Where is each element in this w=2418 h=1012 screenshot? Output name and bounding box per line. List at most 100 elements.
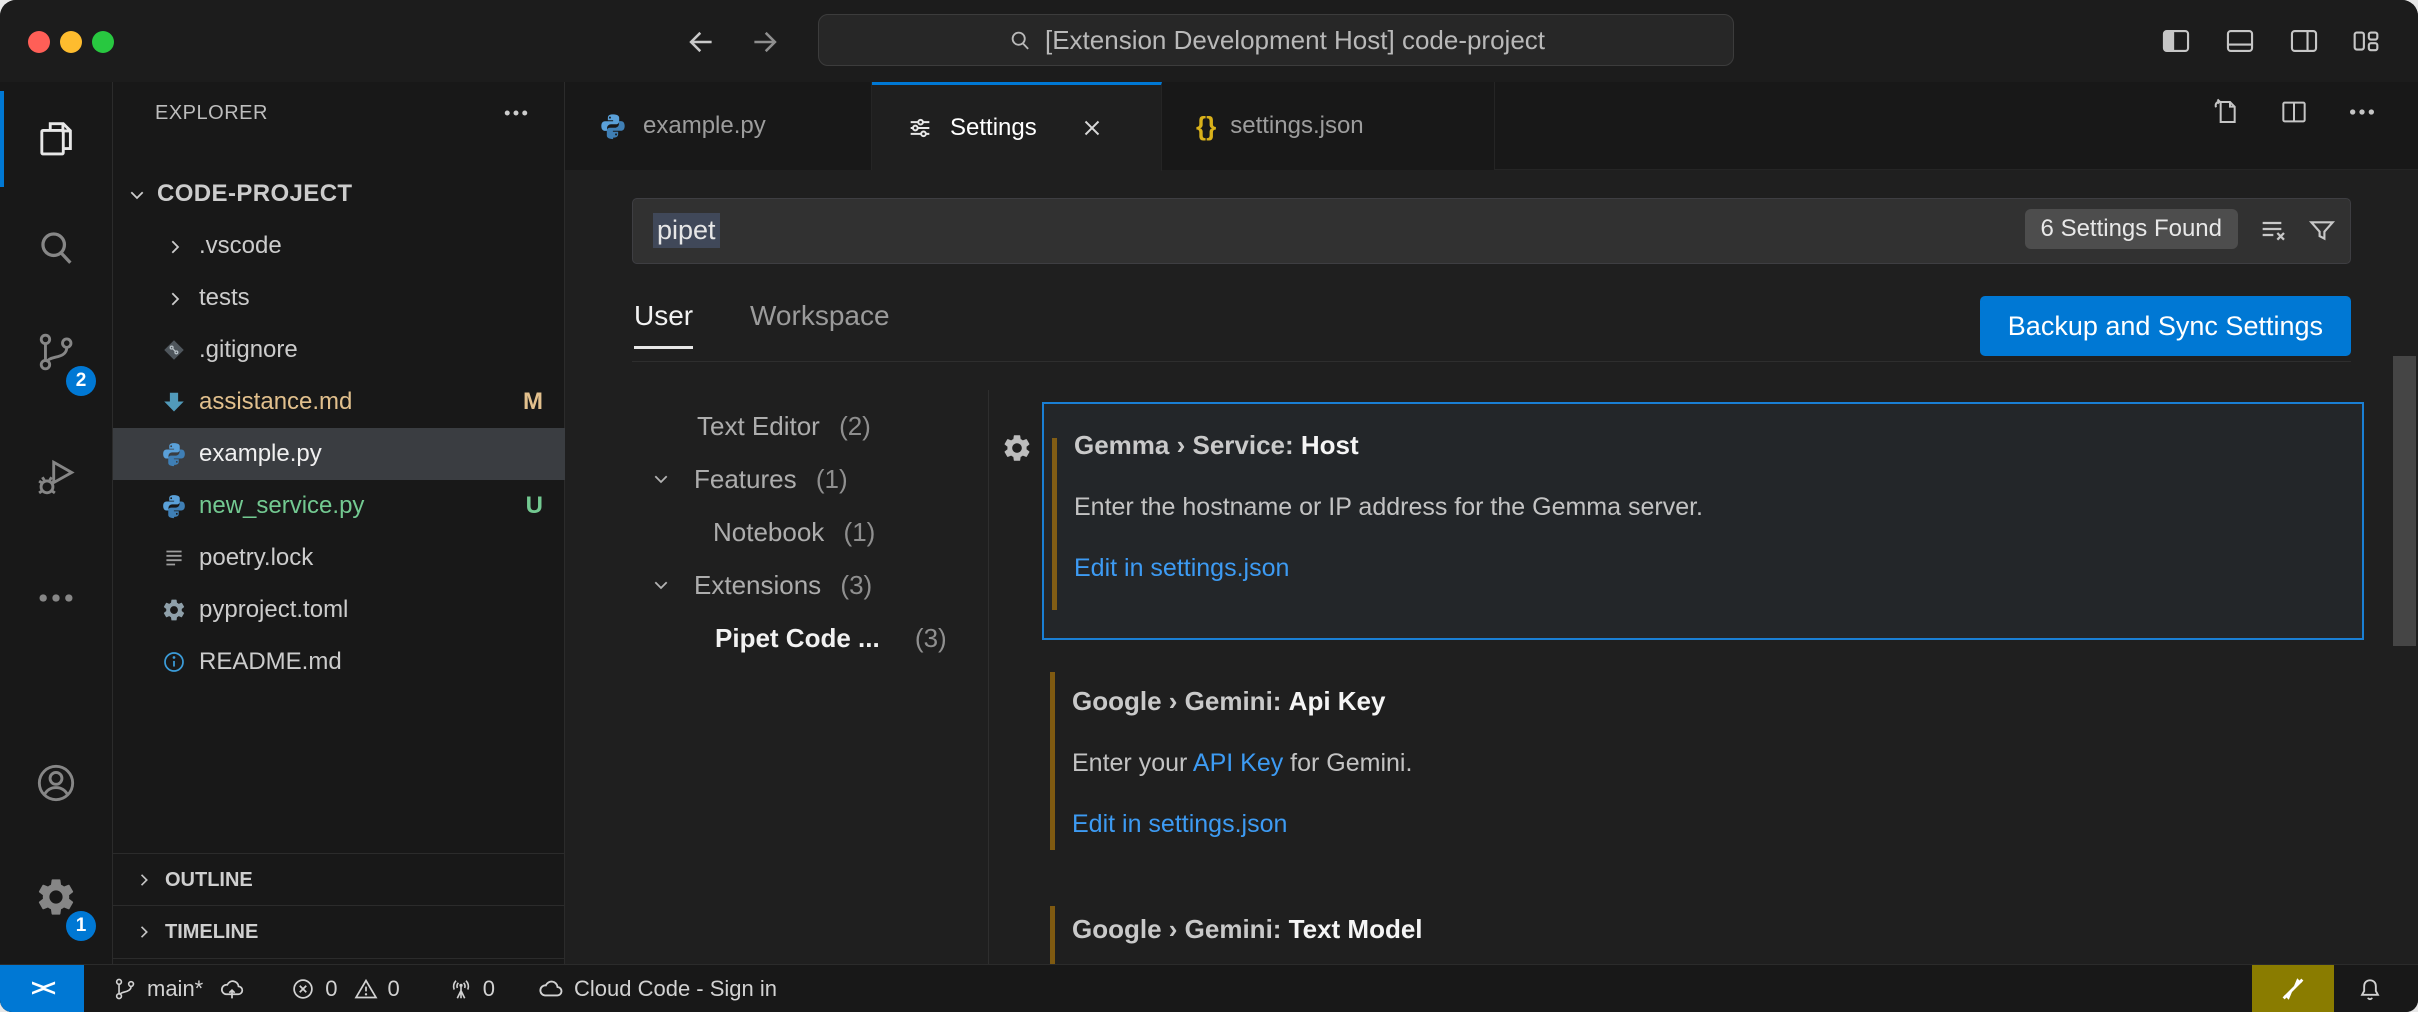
toggle-primary-sidebar-icon[interactable] — [2158, 24, 2194, 58]
toc-text-editor[interactable]: Text Editor (2) — [565, 400, 983, 453]
setting-row-gear-icon[interactable] — [1001, 432, 1033, 464]
broadcast-tower-icon — [448, 976, 474, 1002]
tree-item-readme-md[interactable]: README.md — [113, 636, 565, 688]
branch-icon — [112, 976, 138, 1002]
toc-features[interactable]: Features (1) — [565, 453, 983, 506]
split-editor-icon[interactable] — [2278, 96, 2310, 128]
modified-setting-indicator — [1050, 906, 1055, 964]
cloud-code-signin[interactable]: Cloud Code - Sign in — [537, 975, 777, 1003]
tab-settings[interactable]: Settings — [872, 82, 1162, 171]
remote-icon: >< — [31, 975, 53, 1003]
chevron-down-icon — [649, 467, 673, 491]
publish-sync-icon — [218, 975, 246, 1003]
problems-status[interactable]: 0 0 — [290, 976, 400, 1002]
outline-section-header[interactable]: OUTLINE — [113, 853, 565, 906]
run-debug-icon — [33, 455, 79, 501]
toggle-secondary-sidebar-icon[interactable] — [2286, 24, 2322, 58]
title-bar: [Extension Development Host] code-projec… — [0, 0, 2418, 82]
explorer-more-actions-icon[interactable] — [501, 98, 531, 128]
customize-layout-icon[interactable] — [2348, 24, 2384, 58]
setting-row-gemma-service-host[interactable]: Gemma › Service: Host Enter the hostname… — [1042, 402, 2364, 640]
tree-item-gitignore[interactable]: .gitignore — [113, 324, 565, 376]
status-warning-button[interactable] — [2252, 965, 2334, 1012]
active-indicator — [0, 91, 4, 187]
api-key-link[interactable]: API Key — [1193, 749, 1283, 777]
toggle-panel-icon[interactable] — [2222, 24, 2258, 58]
edit-in-settings-json-link[interactable]: Edit in settings.json — [1072, 810, 1287, 839]
chevron-down-icon — [125, 181, 149, 207]
chevron-right-icon — [163, 285, 187, 311]
source-control-badge: 2 — [66, 366, 96, 396]
toc-extensions[interactable]: Extensions (3) — [565, 559, 983, 612]
activity-more-views-button[interactable] — [0, 546, 112, 650]
notifications-bell-icon[interactable] — [2356, 975, 2384, 1003]
settings-found-badge: 6 Settings Found — [2025, 209, 2238, 249]
explorer-files-icon — [33, 116, 79, 162]
explorer-title: EXPLORER — [155, 102, 268, 125]
git-untracked-badge: U — [526, 492, 543, 520]
navigate-back-icon[interactable] — [684, 25, 718, 59]
scrollbar[interactable] — [2393, 356, 2416, 646]
editor-tab-bar: example.py Settings {} settings.json — [565, 82, 2418, 170]
setting-title: Google › Gemini: Api Key — [1072, 686, 2340, 717]
tree-root-code-project[interactable]: CODE-PROJECT — [113, 168, 565, 220]
toc-notebook[interactable]: Notebook (1) — [565, 506, 983, 559]
activity-source-control-button[interactable]: 2 — [0, 300, 112, 404]
settings-badge: 1 — [66, 911, 96, 941]
more-dots-icon — [34, 576, 78, 620]
tab-example-py[interactable]: example.py — [565, 82, 872, 170]
vscode-window: [Extension Development Host] code-projec… — [0, 0, 2418, 1012]
ports-status[interactable]: 0 — [448, 976, 495, 1002]
json-braces-icon: {} — [1196, 111, 1216, 142]
close-tab-icon[interactable] — [1079, 115, 1105, 141]
toc-pipet-code[interactable]: Pipet Code ... (3) — [565, 612, 983, 665]
tree-item-vscode[interactable]: .vscode — [113, 220, 565, 272]
scope-tab-workspace[interactable]: Workspace — [750, 300, 890, 346]
setting-description: Enter your API Key for Gemini. — [1072, 749, 2340, 778]
python-file-icon — [161, 493, 187, 519]
scope-tab-user[interactable]: User — [634, 300, 693, 349]
setting-title: Gemma › Service: Host — [1074, 430, 2342, 461]
minimize-window-button[interactable] — [60, 31, 82, 53]
cloud-icon — [537, 975, 565, 1003]
activity-run-debug-button[interactable] — [0, 426, 112, 530]
timeline-section-header[interactable]: TIMELINE — [113, 905, 565, 959]
close-window-button[interactable] — [28, 31, 50, 53]
activity-accounts-button[interactable] — [0, 731, 112, 835]
setting-description: Enter the hostname or IP address for the… — [1074, 493, 2342, 522]
backup-sync-settings-button[interactable]: Backup and Sync Settings — [1980, 296, 2351, 356]
info-file-icon — [161, 649, 187, 675]
tree-item-poetry-lock[interactable]: poetry.lock — [113, 532, 565, 584]
filter-settings-icon[interactable] — [2306, 215, 2338, 247]
zoom-window-button[interactable] — [92, 31, 114, 53]
command-center-search[interactable]: [Extension Development Host] code-projec… — [818, 14, 1734, 66]
warning-icon — [353, 976, 379, 1002]
tree-item-pyproject-toml[interactable]: pyproject.toml — [113, 584, 565, 636]
lightning-off-icon — [2278, 974, 2308, 1004]
remote-indicator[interactable]: >< — [0, 965, 84, 1012]
tree-item-example-py[interactable]: example.py — [113, 428, 565, 480]
git-branch-status[interactable]: main* — [112, 975, 246, 1003]
tab-settings-json[interactable]: {} settings.json — [1162, 82, 1495, 170]
clear-settings-search-icon[interactable] — [2258, 215, 2290, 247]
tree-item-assistance-md[interactable]: assistance.md M — [113, 376, 565, 428]
activity-explorer-button[interactable] — [0, 87, 112, 191]
activity-settings-button[interactable]: 1 — [0, 845, 112, 949]
toc-divider — [988, 390, 989, 964]
settings-search-value: pipet — [653, 213, 720, 248]
settings-sliders-icon — [906, 114, 934, 142]
open-changes-icon[interactable] — [2210, 96, 2242, 128]
setting-row-google-gemini-api-key[interactable]: Google › Gemini: Api Key Enter your API … — [1042, 660, 2360, 874]
lock-file-lines-icon — [161, 545, 187, 571]
git-file-icon — [161, 337, 187, 363]
tree-item-tests[interactable]: tests — [113, 272, 565, 324]
python-file-icon — [161, 441, 187, 467]
setting-title: Google › Gemini: Text Model — [1072, 914, 2340, 945]
more-actions-icon[interactable] — [2346, 96, 2378, 128]
settings-search-input[interactable]: pipet 6 Settings Found — [632, 198, 2351, 264]
setting-row-google-gemini-text-model[interactable]: Google › Gemini: Text Model — [1042, 898, 2360, 964]
navigate-forward-icon[interactable] — [748, 25, 782, 59]
edit-in-settings-json-link[interactable]: Edit in settings.json — [1074, 554, 1289, 583]
tree-item-new-service-py[interactable]: new_service.py U — [113, 480, 565, 532]
activity-search-button[interactable] — [0, 195, 112, 299]
